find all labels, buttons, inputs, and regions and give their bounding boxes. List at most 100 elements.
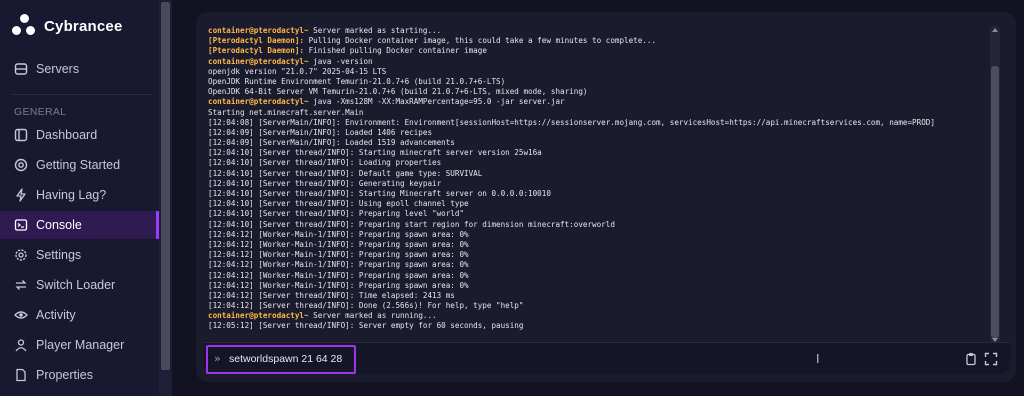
console-line: [12:04:12] [Server thread/INFO]: Time el… [208, 291, 978, 301]
nav-item-console[interactable]: Console [0, 211, 159, 239]
console-line: [12:04:12] [Worker-Main-1/INFO]: Prepari… [208, 260, 978, 270]
console-line-text: [12:04:12] [Worker-Main-1/INFO]: Prepari… [208, 229, 469, 239]
console-line-prefix: container@pterodactyl~ [208, 311, 309, 321]
console-line: [Pterodactyl Daemon]: Pulling Docker con… [208, 36, 978, 46]
nav-item-player-manager[interactable]: Player Manager [0, 331, 159, 359]
clipboard-icon[interactable] [964, 352, 978, 366]
nav-item-label: Dashboard [36, 128, 98, 142]
console-line-prefix: [Pterodactyl Daemon]: [208, 46, 305, 56]
console-line-text: [12:04:08] [ServerMain/INFO]: Environmen… [208, 117, 935, 127]
console-line: OpenJDK Runtime Environment Temurin-21.0… [208, 77, 978, 87]
console-line-text: [12:04:10] [Server thread/INFO]: Startin… [208, 148, 542, 158]
terminal-icon [14, 218, 28, 232]
console-line: [12:04:12] [Worker-Main-1/INFO]: Prepari… [208, 250, 978, 260]
console-line-text: Pulling Docker container image, this cou… [304, 36, 657, 46]
brand[interactable]: Cybrancee [12, 14, 123, 38]
console-line-text: Starting net.minecraft.server.Main [208, 107, 364, 117]
life-ring-icon [14, 158, 28, 172]
console-line-text: [12:04:10] [Server thread/INFO]: Loading… [208, 158, 442, 168]
console-line-text: [12:04:12] [Worker-Main-1/INFO]: Prepari… [208, 239, 469, 249]
text-cursor-icon: I [816, 352, 820, 366]
console-line-text: java -version [308, 56, 373, 66]
user-icon [14, 338, 28, 352]
console-line: Starting net.minecraft.server.Main [208, 108, 978, 118]
console-panel: container@pterodactyl~ Server marked as … [196, 12, 1016, 382]
console-line-text: openjdk version "21.0.7" 2025-04-15 LTS [208, 66, 387, 76]
bolt-icon [14, 188, 28, 202]
prompt-chevron-icon: » [214, 352, 221, 365]
cybrancee-logo-icon [12, 14, 36, 38]
nav-item-label: Player Manager [36, 338, 125, 352]
console-line-text: Server marked as running... [308, 311, 437, 321]
scroll-up-arrow-icon[interactable] [992, 28, 998, 32]
console-line: [12:04:12] [Worker-Main-1/INFO]: Prepari… [208, 240, 978, 250]
console-line-text: [12:04:10] [Server thread/INFO]: Prepari… [208, 219, 615, 229]
expand-icon[interactable] [984, 352, 998, 366]
console-line-text: [12:04:09] [ServerMain/INFO]: Loaded 140… [208, 127, 433, 137]
console-output: container@pterodactyl~ Server marked as … [208, 26, 978, 344]
console-line-prefix: container@pterodactyl~ [208, 56, 309, 66]
gear-icon [14, 248, 28, 262]
console-scrollbar-thumb[interactable] [991, 66, 999, 338]
sidebar-scrollbar[interactable] [159, 0, 172, 396]
console-line-text: [12:04:10] [Server thread/INFO]: Prepari… [208, 209, 465, 219]
console-line-text: [12:04:12] [Server thread/INFO]: Done (2… [208, 301, 524, 311]
nav-item-dashboard[interactable]: Dashboard [0, 121, 159, 149]
console-line: [12:04:10] [Server thread/INFO]: Prepari… [208, 220, 978, 230]
console-scrollbar[interactable] [990, 26, 1000, 344]
nav-item-label: Settings [36, 248, 82, 262]
console-line: [12:05:12] [Server thread/INFO]: Server … [208, 321, 978, 331]
nav-item-getting-started[interactable]: Getting Started [0, 151, 159, 179]
console-line: [12:04:08] [ServerMain/INFO]: Environmen… [208, 118, 978, 128]
sidebar: Cybrancee Servers GENERAL Dashboard Gett… [0, 0, 172, 396]
sidebar-divider [12, 94, 152, 95]
console-line: [12:04:09] [ServerMain/INFO]: Loaded 140… [208, 128, 978, 138]
console-line-text: [12:04:10] [Server thread/INFO]: Using e… [208, 199, 469, 209]
nav-item-label: Having Lag? [36, 188, 107, 202]
console-line: [12:04:10] [Server thread/INFO]: Prepari… [208, 209, 978, 219]
nav-item-activity[interactable]: Activity [0, 301, 159, 329]
sidebar-scrollbar-thumb[interactable] [161, 2, 170, 370]
nav-item-settings[interactable]: Settings [0, 241, 159, 269]
command-bar: » setworldspawn 21 64 28 I [204, 342, 1010, 374]
eye-icon [14, 308, 28, 322]
section-label-general: GENERAL [14, 106, 67, 118]
console-line: openjdk version "21.0.7" 2025-04-15 LTS [208, 67, 978, 77]
brand-name: Cybrancee [44, 17, 123, 35]
console-line-text: [12:04:09] [ServerMain/INFO]: Loaded 151… [208, 138, 455, 148]
nav-item-switch-loader[interactable]: Switch Loader [0, 271, 159, 299]
console-line-text: [12:04:10] [Server thread/INFO]: Default… [208, 168, 483, 178]
console-line-text: [12:04:12] [Worker-Main-1/INFO]: Prepari… [208, 280, 469, 290]
console-line: [12:04:12] [Server thread/INFO]: Done (2… [208, 301, 978, 311]
console-line-text: java -Xms128M -XX:MaxRAMPercentage=95.0 … [308, 97, 565, 107]
console-line: [12:04:09] [ServerMain/INFO]: Loaded 151… [208, 138, 978, 148]
console-line-text: Server marked as starting... [308, 26, 442, 35]
console-line-text: OpenJDK Runtime Environment Temurin-21.0… [208, 76, 506, 86]
console-line: [12:04:12] [Worker-Main-1/INFO]: Prepari… [208, 271, 978, 281]
nav-item-label: Console [36, 218, 82, 232]
console-line-prefix: container@pterodactyl~ [208, 26, 309, 35]
console-line: [12:04:12] [Worker-Main-1/INFO]: Prepari… [208, 281, 978, 291]
console-line-text: [12:04:12] [Server thread/INFO]: Time el… [208, 290, 455, 300]
console-line: container@pterodactyl~ java -version [208, 57, 978, 67]
nav-servers[interactable]: Servers [0, 55, 159, 83]
console-line-text: [12:04:12] [Worker-Main-1/INFO]: Prepari… [208, 270, 469, 280]
console-line-text: [12:04:10] [Server thread/INFO]: Startin… [208, 189, 551, 198]
switch-icon [14, 278, 28, 292]
nav-item-having-lag[interactable]: Having Lag? [0, 181, 159, 209]
command-input[interactable]: setworldspawn 21 64 28 [229, 353, 342, 365]
console-line: [12:04:10] [Server thread/INFO]: Default… [208, 169, 978, 179]
nav-item-properties[interactable]: Properties [0, 361, 159, 389]
console-line: [12:04:10] [Server thread/INFO]: Startin… [208, 189, 978, 199]
console-line: OpenJDK 64-Bit Server VM Temurin-21.0.7+… [208, 87, 978, 97]
console-line: [12:04:12] [Worker-Main-1/INFO]: Prepari… [208, 230, 978, 240]
nav-servers-label: Servers [36, 62, 80, 76]
nav-item-label: Activity [36, 308, 76, 322]
document-icon [14, 368, 28, 382]
console-line-prefix: [Pterodactyl Daemon]: [208, 36, 305, 46]
console-line: container@pterodactyl~ Server marked as … [208, 311, 978, 321]
nav-item-label: Getting Started [36, 158, 121, 172]
console-line: container@pterodactyl~ Server marked as … [208, 26, 978, 36]
console-line-text: Finished pulling Docker container image [304, 46, 487, 56]
console-line-text: [12:04:12] [Worker-Main-1/INFO]: Prepari… [208, 260, 469, 270]
